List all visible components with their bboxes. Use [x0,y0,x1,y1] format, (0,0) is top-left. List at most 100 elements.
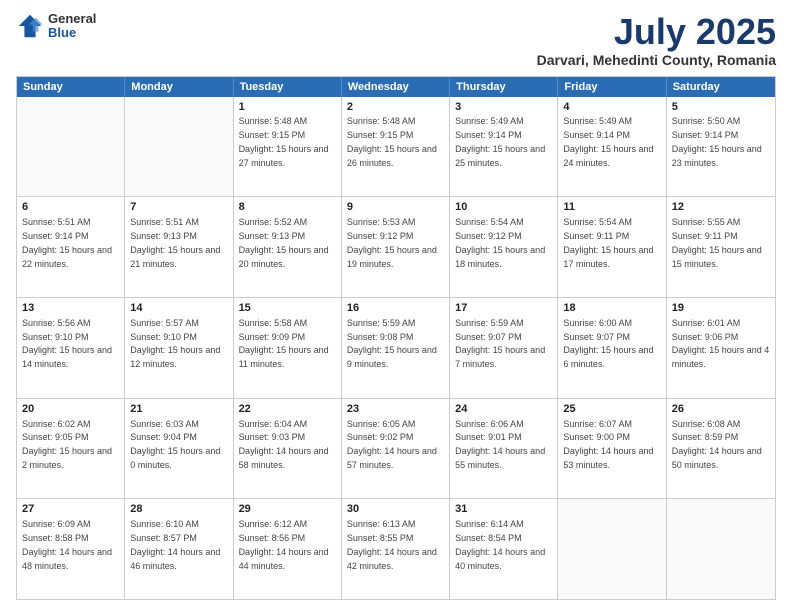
cal-cell: 2Sunrise: 5:48 AM Sunset: 9:15 PM Daylig… [342,97,450,197]
cal-cell: 5Sunrise: 5:50 AM Sunset: 9:14 PM Daylig… [667,97,775,197]
cal-cell: 4Sunrise: 5:49 AM Sunset: 9:14 PM Daylig… [558,97,666,197]
cal-cell: 15 Sunrise: 5:58 AM Sunset: 9:09 PM Dayli… [234,298,342,398]
page: General Blue July 2025 Darvari, Mehedint… [0,0,792,612]
cal-header-day-wednesday: Wednesday [342,77,450,97]
cell-details: Sunrise: 6:13 AM Sunset: 8:55 PM Dayligh… [347,519,437,570]
day-number: 9 [347,200,444,215]
day-number: 24 [455,402,552,417]
cell-details: Sunrise: 5:49 AM Sunset: 9:14 PM Dayligh… [455,116,545,167]
logo-text: General Blue [48,12,96,41]
cal-cell: 7 Sunrise: 5:51 AM Sunset: 9:13 PM Daylig… [125,197,233,297]
cell-details: Sunrise: 6:05 AM Sunset: 9:02 PM Dayligh… [347,419,437,470]
calendar-header: SundayMondayTuesdayWednesdayThursdayFrid… [17,77,775,97]
cal-cell [17,97,125,197]
cal-cell: 11Sunrise: 5:54 AM Sunset: 9:11 PM Dayli… [558,197,666,297]
cal-cell: 21 Sunrise: 6:03 AM Sunset: 9:04 PM Dayli… [125,399,233,499]
day-number: 27 [22,502,119,517]
day-number: 6 [22,200,119,215]
logo-general-text: General [48,12,96,26]
calendar-body: 1Sunrise: 5:48 AM Sunset: 9:15 PM Daylig… [17,97,775,599]
cell-details: Sunrise: 5:48 AM Sunset: 9:15 PM Dayligh… [239,116,329,167]
cal-cell: 30Sunrise: 6:13 AM Sunset: 8:55 PM Dayli… [342,499,450,599]
cal-cell: 29Sunrise: 6:12 AM Sunset: 8:56 PM Dayli… [234,499,342,599]
cell-details: Sunrise: 5:52 AM Sunset: 9:13 PM Dayligh… [239,217,329,268]
day-number: 14 [130,301,227,316]
cal-cell: 16 Sunrise: 5:59 AM Sunset: 9:08 PM Dayli… [342,298,450,398]
cal-cell: 28Sunrise: 6:10 AM Sunset: 8:57 PM Dayli… [125,499,233,599]
day-number: 20 [22,402,119,417]
cell-details: Sunrise: 5:59 AM Sunset: 9:07 PM Dayligh… [455,318,545,369]
cal-cell: 10Sunrise: 5:54 AM Sunset: 9:12 PM Dayli… [450,197,558,297]
cell-details: Sunrise: 5:55 AM Sunset: 9:11 PM Dayligh… [672,217,762,268]
cell-details: Sunrise: 5:51 AM Sunset: 9:13 PM Dayligh… [130,217,220,268]
title-block: July 2025 Darvari, Mehedinti County, Rom… [537,12,776,68]
cal-cell: 26Sunrise: 6:08 AM Sunset: 8:59 PM Dayli… [667,399,775,499]
cal-row-2: 13 Sunrise: 5:56 AM Sunset: 9:10 PM Dayli… [17,297,775,398]
cal-header-day-sunday: Sunday [17,77,125,97]
cal-cell [667,499,775,599]
cal-cell [558,499,666,599]
cal-header-day-friday: Friday [558,77,666,97]
logo: General Blue [16,12,96,41]
cal-cell: 12 Sunrise: 5:55 AM Sunset: 9:11 PM Dayli… [667,197,775,297]
cal-cell: 18Sunrise: 6:00 AM Sunset: 9:07 PM Dayli… [558,298,666,398]
cell-details: Sunrise: 5:56 AM Sunset: 9:10 PM Dayligh… [22,318,112,369]
day-number: 15 [239,301,336,316]
cal-cell: 14Sunrise: 5:57 AM Sunset: 9:10 PM Dayli… [125,298,233,398]
logo-blue-text: Blue [48,26,96,40]
cal-cell [125,97,233,197]
cell-details: Sunrise: 6:02 AM Sunset: 9:05 PM Dayligh… [22,419,112,470]
day-number: 31 [455,502,552,517]
cal-row-3: 20 Sunrise: 6:02 AM Sunset: 9:05 PM Dayli… [17,398,775,499]
cell-details: Sunrise: 5:58 AM Sunset: 9:09 PM Dayligh… [239,318,329,369]
day-number: 13 [22,301,119,316]
day-number: 7 [130,200,227,215]
cell-details: Sunrise: 5:59 AM Sunset: 9:08 PM Dayligh… [347,318,437,369]
cal-cell: 13 Sunrise: 5:56 AM Sunset: 9:10 PM Dayli… [17,298,125,398]
cell-details: Sunrise: 5:54 AM Sunset: 9:11 PM Dayligh… [563,217,653,268]
cal-cell: 9 Sunrise: 5:53 AM Sunset: 9:12 PM Daylig… [342,197,450,297]
day-number: 21 [130,402,227,417]
cell-details: Sunrise: 6:07 AM Sunset: 9:00 PM Dayligh… [563,419,653,470]
day-number: 2 [347,100,444,115]
day-number: 8 [239,200,336,215]
day-number: 18 [563,301,660,316]
cell-details: Sunrise: 5:51 AM Sunset: 9:14 PM Dayligh… [22,217,112,268]
cell-details: Sunrise: 6:09 AM Sunset: 8:58 PM Dayligh… [22,519,112,570]
cal-row-0: 1Sunrise: 5:48 AM Sunset: 9:15 PM Daylig… [17,97,775,197]
day-number: 1 [239,100,336,115]
cal-cell: 31Sunrise: 6:14 AM Sunset: 8:54 PM Dayli… [450,499,558,599]
day-number: 4 [563,100,660,115]
cal-cell: 1Sunrise: 5:48 AM Sunset: 9:15 PM Daylig… [234,97,342,197]
cal-cell: 20 Sunrise: 6:02 AM Sunset: 9:05 PM Dayli… [17,399,125,499]
cell-details: Sunrise: 5:48 AM Sunset: 9:15 PM Dayligh… [347,116,437,167]
cell-details: Sunrise: 5:54 AM Sunset: 9:12 PM Dayligh… [455,217,545,268]
calendar: SundayMondayTuesdayWednesdayThursdayFrid… [16,76,776,600]
cell-details: Sunrise: 5:53 AM Sunset: 9:12 PM Dayligh… [347,217,437,268]
cal-header-day-thursday: Thursday [450,77,558,97]
cell-details: Sunrise: 6:03 AM Sunset: 9:04 PM Dayligh… [130,419,220,470]
cell-details: Sunrise: 6:12 AM Sunset: 8:56 PM Dayligh… [239,519,329,570]
day-number: 25 [563,402,660,417]
main-title: July 2025 [537,12,776,52]
day-number: 12 [672,200,770,215]
day-number: 16 [347,301,444,316]
cal-cell: 23Sunrise: 6:05 AM Sunset: 9:02 PM Dayli… [342,399,450,499]
cal-cell: 19Sunrise: 6:01 AM Sunset: 9:06 PM Dayli… [667,298,775,398]
day-number: 5 [672,100,770,115]
subtitle: Darvari, Mehedinti County, Romania [537,52,776,68]
day-number: 28 [130,502,227,517]
cal-cell: 27 Sunrise: 6:09 AM Sunset: 8:58 PM Dayli… [17,499,125,599]
day-number: 3 [455,100,552,115]
cal-cell: 3Sunrise: 5:49 AM Sunset: 9:14 PM Daylig… [450,97,558,197]
cal-header-day-tuesday: Tuesday [234,77,342,97]
cal-header-day-monday: Monday [125,77,233,97]
cal-cell: 24 Sunrise: 6:06 AM Sunset: 9:01 PM Dayli… [450,399,558,499]
cell-details: Sunrise: 6:01 AM Sunset: 9:06 PM Dayligh… [672,318,770,369]
cal-cell: 17 Sunrise: 5:59 AM Sunset: 9:07 PM Dayli… [450,298,558,398]
cell-details: Sunrise: 6:06 AM Sunset: 9:01 PM Dayligh… [455,419,545,470]
day-number: 17 [455,301,552,316]
cal-cell: 22Sunrise: 6:04 AM Sunset: 9:03 PM Dayli… [234,399,342,499]
cell-details: Sunrise: 5:50 AM Sunset: 9:14 PM Dayligh… [672,116,762,167]
day-number: 26 [672,402,770,417]
